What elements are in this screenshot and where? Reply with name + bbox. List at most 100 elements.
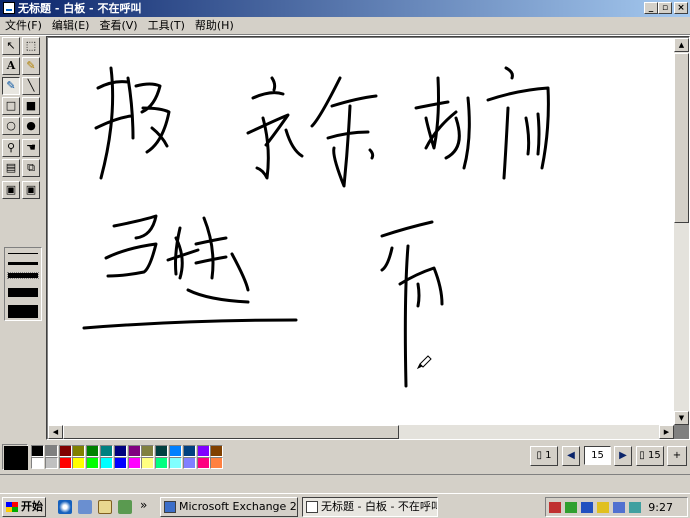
scroll-right-button[interactable]: ▶	[659, 425, 674, 439]
scroll-up-button[interactable]: ▲	[674, 38, 689, 52]
task-whiteboard[interactable]: 无标题 - 白板 - 不在呼叫	[302, 497, 438, 517]
pen-icon[interactable]: ✎	[2, 77, 20, 95]
color-swatch[interactable]	[72, 457, 86, 469]
color-swatch[interactable]	[86, 445, 100, 457]
ellipse-outline-icon[interactable]: ○	[2, 117, 20, 135]
menu-tools[interactable]: 工具(T)	[143, 17, 190, 34]
lock-contents-icon[interactable]: ▣	[22, 181, 40, 199]
more-quicklaunch-button[interactable]: »	[140, 498, 147, 512]
insert-page-button[interactable]: +	[667, 446, 687, 466]
line-width-5[interactable]	[8, 305, 38, 318]
menu-help[interactable]: 帮助(H)	[190, 17, 239, 34]
color-swatch[interactable]	[210, 445, 224, 457]
task-exchange[interactable]: Microsoft Exchange 2000 ...	[160, 497, 298, 517]
whiteboard-canvas[interactable]	[48, 38, 674, 425]
quicklaunch-app-icon[interactable]	[118, 500, 132, 514]
volume-icon[interactable]	[597, 502, 609, 513]
first-page-button[interactable]: ▯ 1	[530, 446, 558, 466]
internet-explorer-icon[interactable]	[58, 500, 72, 514]
color-swatch[interactable]	[169, 445, 182, 457]
color-swatch[interactable]	[100, 445, 113, 457]
color-swatch[interactable]	[196, 457, 210, 469]
remote-pointer-icon[interactable]: ▣	[2, 181, 20, 199]
color-swatch[interactable]	[31, 445, 44, 457]
tray-icon-1[interactable]	[549, 502, 561, 513]
taskbar: 开始 » Microsoft Exchange 2000 ... 无标题 - 白…	[0, 493, 690, 518]
vertical-scroll-thumb[interactable]	[674, 53, 689, 223]
page-number-input[interactable]: 15	[584, 446, 611, 465]
color-swatch[interactable]	[127, 445, 141, 457]
foreground-color	[4, 446, 28, 470]
color-swatch[interactable]	[44, 457, 58, 469]
color-swatch[interactable]	[86, 457, 100, 469]
color-swatch[interactable]	[113, 445, 127, 457]
color-swatch[interactable]	[196, 445, 210, 457]
menu-file[interactable]: 文件(F)	[0, 17, 47, 34]
close-button[interactable]: ×	[674, 2, 688, 14]
color-swatch[interactable]	[113, 457, 127, 469]
tray-icon-5[interactable]	[613, 502, 625, 513]
color-swatch[interactable]	[182, 457, 196, 469]
whiteboard-app-icon[interactable]	[3, 2, 15, 14]
page-icon: ▯	[536, 450, 546, 461]
color-swatch[interactable]	[155, 457, 169, 469]
title-bar[interactable]: 无标题 - 白板 - 不在呼叫 _ ▫ ×	[0, 0, 690, 17]
scroll-left-button[interactable]: ◀	[48, 425, 63, 439]
send-page-icon[interactable]: ▤	[2, 159, 20, 177]
color-swatch[interactable]	[44, 445, 58, 457]
select-icon[interactable]: ⬚	[22, 37, 40, 55]
color-swatch[interactable]	[182, 445, 196, 457]
color-swatch[interactable]	[155, 445, 169, 457]
line-width-4[interactable]	[8, 288, 38, 297]
last-page-button[interactable]: ▯ 15	[636, 446, 664, 466]
color-swatch[interactable]	[58, 457, 72, 469]
minimize-button[interactable]: _	[644, 2, 658, 14]
hand-icon[interactable]: ☚	[22, 139, 40, 157]
tray-icon-6[interactable]	[629, 502, 641, 513]
page-icon: ▯	[639, 450, 648, 461]
horizontal-scrollbar[interactable]: ◀ ▶	[48, 425, 674, 439]
color-swatch[interactable]	[127, 457, 141, 469]
prev-page-button[interactable]: ◀	[562, 446, 580, 466]
tray-icon-2[interactable]	[565, 502, 577, 513]
color-swatch[interactable]	[100, 457, 113, 469]
free-select-icon[interactable]: ↖	[2, 37, 20, 55]
zoom-icon[interactable]: ⚲	[2, 139, 20, 157]
color-swatch[interactable]	[31, 457, 44, 469]
color-swatch[interactable]	[58, 445, 72, 457]
line-width-2[interactable]	[8, 262, 38, 265]
vertical-scrollbar[interactable]: ▲ ▼	[674, 38, 689, 425]
rectangle-filled-icon[interactable]: ■	[22, 97, 40, 115]
last-page-label: 15	[647, 450, 661, 461]
prev-arrow-icon: ◀	[567, 450, 575, 461]
system-tray: 9:27	[545, 497, 688, 517]
toolbox: ↖ ⬚ A ✎ ✎ ╲ □ ■ ○ ● ⚲ ☚ ▤ ⧉ ▣ ▣	[2, 37, 43, 437]
line-icon[interactable]: ╲	[22, 77, 40, 95]
ellipse-filled-icon[interactable]: ●	[22, 117, 40, 135]
outlook-icon[interactable]	[78, 500, 92, 514]
show-desktop-icon[interactable]	[98, 500, 112, 514]
scroll-down-button[interactable]: ▼	[674, 411, 689, 425]
line-width-box	[4, 247, 42, 321]
color-swatch[interactable]	[210, 457, 224, 469]
next-arrow-icon: ▶	[619, 450, 627, 461]
text-icon[interactable]: A	[2, 57, 20, 75]
highlighter-icon[interactable]: ✎	[22, 57, 40, 75]
color-swatch[interactable]	[72, 445, 86, 457]
start-button[interactable]: 开始	[2, 497, 46, 517]
restore-button[interactable]: ▫	[658, 2, 672, 14]
line-width-3[interactable]	[7, 272, 39, 279]
menu-view[interactable]: 查看(V)	[94, 17, 142, 34]
color-swatch[interactable]	[141, 445, 155, 457]
network-icon[interactable]	[581, 502, 593, 513]
insert-page-icon: +	[672, 450, 682, 461]
rectangle-outline-icon[interactable]: □	[2, 97, 20, 115]
menu-edit[interactable]: 编辑(E)	[47, 17, 95, 34]
copy-page-icon[interactable]: ⧉	[22, 159, 40, 177]
horizontal-scroll-thumb[interactable]	[63, 425, 399, 439]
line-width-1[interactable]	[8, 253, 38, 254]
pen-cursor-icon	[416, 355, 432, 370]
color-swatch[interactable]	[141, 457, 155, 469]
next-page-button[interactable]: ▶	[614, 446, 632, 466]
color-swatch[interactable]	[169, 457, 182, 469]
